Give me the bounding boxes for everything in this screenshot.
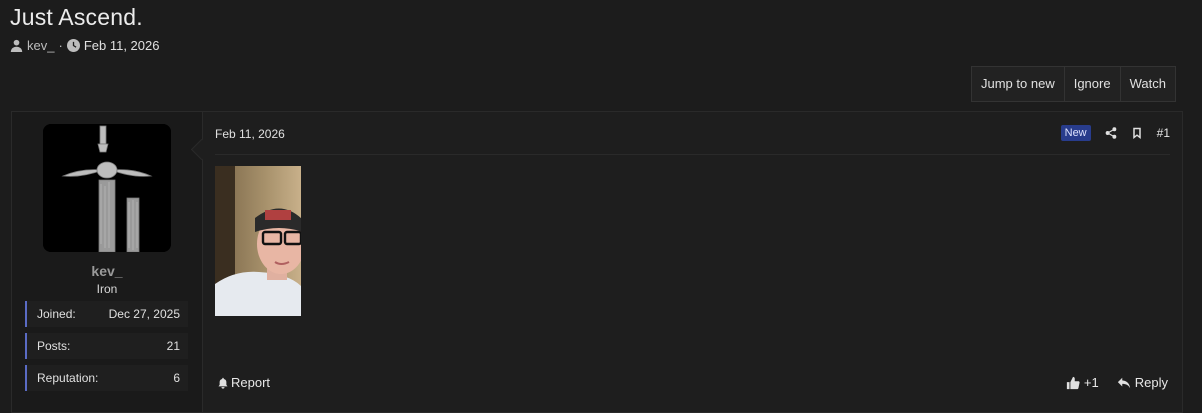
- share-icon[interactable]: [1105, 127, 1117, 139]
- watch-button[interactable]: Watch: [1121, 67, 1175, 101]
- stat-label: Reputation:: [37, 371, 99, 385]
- reply-label: Reply: [1134, 375, 1168, 390]
- post-username[interactable]: kev_: [12, 263, 202, 279]
- post-number[interactable]: #1: [1157, 126, 1170, 140]
- selfie-photo: [215, 166, 301, 316]
- thread-author-link[interactable]: kev_: [27, 38, 54, 53]
- stat-value: 6: [173, 371, 180, 385]
- bell-icon: [218, 377, 228, 389]
- thread-action-buttons: Jump to new Ignore Watch: [971, 66, 1176, 102]
- sword-avatar-image: [43, 124, 171, 252]
- reply-arrow-icon: [1117, 377, 1130, 388]
- stat-joined: Joined: Dec 27, 2025: [25, 301, 188, 327]
- new-badge: New: [1060, 125, 1091, 141]
- thumbs-up-icon: [1066, 376, 1080, 389]
- bookmark-icon[interactable]: [1131, 127, 1143, 139]
- stat-posts: Posts: 21: [25, 333, 188, 359]
- attached-selfie-image[interactable]: [215, 166, 301, 316]
- thread-title: Just Ascend.: [10, 4, 143, 30]
- post-date[interactable]: Feb 11, 2026: [215, 127, 285, 141]
- post-header-actions: New #1: [1060, 125, 1170, 141]
- report-link[interactable]: Report: [217, 375, 270, 390]
- stat-value: 21: [166, 339, 180, 353]
- jump-to-new-button[interactable]: Jump to new: [972, 67, 1065, 101]
- reaction-count[interactable]: +1: [1084, 375, 1099, 390]
- stat-label: Joined:: [37, 307, 76, 321]
- user-avatar[interactable]: [43, 124, 171, 252]
- stat-reputation: Reputation: 6: [25, 365, 188, 391]
- user-icon: [10, 39, 23, 52]
- thread-date[interactable]: Feb 11, 2026: [84, 38, 160, 53]
- report-label: Report: [231, 375, 271, 390]
- reply-button[interactable]: Reply: [1117, 375, 1168, 390]
- user-info-column: kev_ Iron Joined: Dec 27, 2025 Posts: 21…: [12, 112, 203, 412]
- post-header-divider: [215, 154, 1170, 155]
- user-rank: Iron: [96, 282, 118, 296]
- meta-separator: ·: [58, 38, 63, 53]
- thread-meta: kev_ · Feb 11, 2026: [10, 38, 159, 53]
- ignore-button[interactable]: Ignore: [1065, 67, 1121, 101]
- stat-label: Posts:: [37, 339, 71, 353]
- post-footer-actions: +1 Reply: [1066, 375, 1168, 390]
- post-message: kev_ Iron Joined: Dec 27, 2025 Posts: 21…: [11, 111, 1183, 413]
- like-button[interactable]: +1: [1066, 375, 1099, 390]
- clock-icon: [66, 39, 80, 52]
- stat-value: Dec 27, 2025: [108, 307, 180, 321]
